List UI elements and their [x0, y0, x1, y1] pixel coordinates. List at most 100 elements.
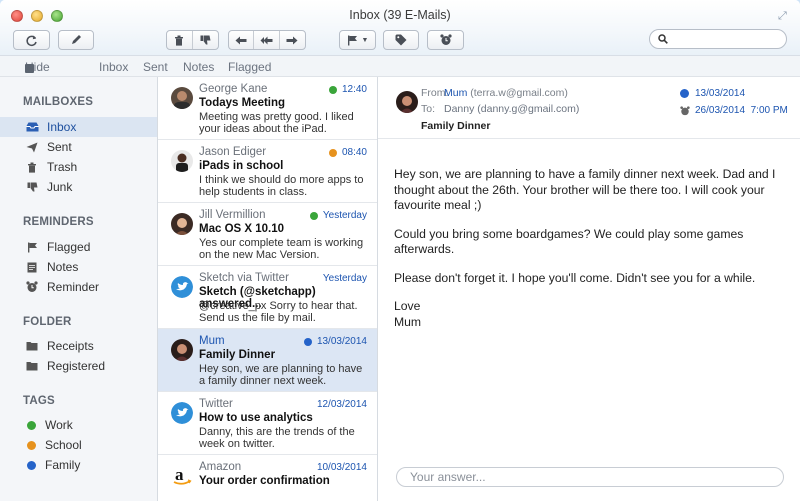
- sidebar-item-receipts[interactable]: Receipts: [0, 336, 157, 356]
- refresh-button[interactable]: [13, 30, 50, 50]
- trash-icon: [25, 161, 39, 173]
- twitter-bird-icon: [171, 276, 193, 298]
- message-subject: How to use analytics: [199, 412, 313, 424]
- message-sender: Amazon: [199, 461, 242, 473]
- message-list: George Kane 12:40 Todays Meeting Meeting…: [158, 77, 378, 501]
- tag-color-dot: [27, 420, 36, 430]
- sidebar-item-work[interactable]: Work: [0, 415, 157, 435]
- note-icon: [25, 261, 39, 273]
- hide-sidebar-button[interactable]: Hide: [25, 60, 50, 74]
- body-paragraph: Could you bring some boardgames? We coul…: [394, 226, 744, 257]
- tag-color-dot: [328, 85, 337, 94]
- sidebar-item-trash[interactable]: Trash: [0, 157, 157, 177]
- compose-button[interactable]: [58, 30, 94, 50]
- toolbar: Inbox (39 E-Mails) ⤢ ▼: [0, 0, 800, 56]
- thumbs-down-icon: [25, 181, 39, 193]
- thumbs-down-icon: [200, 35, 211, 45]
- avatar: [171, 213, 193, 235]
- folder-icon: [25, 360, 39, 372]
- sidebar-toggle-icon: [25, 64, 34, 73]
- message-subject: Family Dinner: [199, 349, 276, 361]
- folder-icon: [25, 340, 39, 352]
- search-input[interactable]: [672, 33, 782, 45]
- reply-field[interactable]: [396, 467, 784, 487]
- sidebar-item-label: Inbox: [47, 120, 77, 134]
- reply-all-button[interactable]: [254, 31, 280, 49]
- tag-color-dot: [680, 89, 689, 98]
- sidebar-item-family[interactable]: Family: [0, 455, 157, 475]
- filter-notes[interactable]: Notes: [183, 60, 214, 74]
- message-time: Yesterday: [323, 273, 367, 284]
- alarm-clock-icon: [25, 281, 39, 293]
- sidebar-item-label: Reminder: [47, 280, 100, 294]
- sidebar-item-label: Receipts: [47, 339, 94, 353]
- sidebar: MAILBOXES Inbox Sent Trash Junk REMINDER…: [0, 77, 158, 501]
- message-subject: iPads in school: [199, 160, 284, 172]
- sidebar-item-notes[interactable]: Notes: [0, 257, 157, 277]
- message-date-label: 13/03/2014: [695, 88, 746, 99]
- sidebar-item-registered[interactable]: Registered: [0, 356, 157, 376]
- tags-heading: TAGS: [23, 395, 55, 407]
- message-time: 10/03/2014: [317, 462, 367, 473]
- reminder-button[interactable]: [427, 30, 464, 50]
- reply-button[interactable]: [229, 31, 255, 49]
- message-date: 13/03/2014: [680, 88, 745, 99]
- tag-color-dot: [27, 460, 36, 470]
- reply-input[interactable]: [410, 470, 770, 484]
- tag-color-dot: [328, 148, 337, 157]
- twitter-bird-icon: [171, 402, 193, 424]
- from-email: (terra.w@gmail.com): [470, 87, 568, 99]
- inbox-icon: [25, 121, 39, 133]
- message-list-item[interactable]: Jason Ediger 08:40 iPads in school I thi…: [158, 140, 377, 203]
- fullscreen-icon[interactable]: ⤢: [778, 10, 790, 22]
- sidebar-item-sent[interactable]: Sent: [0, 137, 157, 157]
- reading-pane: From: Mum (terra.w@gmail.com) To: Danny …: [378, 77, 800, 501]
- junk-button[interactable]: [193, 31, 218, 49]
- filter-inbox[interactable]: Inbox: [99, 60, 128, 74]
- signature: Mum: [394, 314, 422, 329]
- search-icon: [658, 34, 668, 44]
- sidebar-item-school[interactable]: School: [0, 435, 157, 455]
- message-time-label: 13/03/2014: [316, 336, 367, 347]
- flag-icon: [25, 241, 39, 253]
- forward-button[interactable]: [280, 31, 305, 49]
- from-value: Mum (terra.w@gmail.com): [444, 87, 568, 99]
- message-preview: Meeting was pretty good. I liked your id…: [199, 111, 354, 135]
- message-list-item[interactable]: Jill Vermillion Yesterday Mac OS X 10.10…: [158, 203, 377, 266]
- filter-flagged[interactable]: Flagged: [228, 60, 271, 74]
- mailboxes-heading: MAILBOXES: [23, 96, 94, 108]
- message-preview: I think we should do more apps to help s…: [199, 174, 364, 198]
- avatar: [171, 339, 193, 361]
- tag-button[interactable]: [383, 30, 419, 50]
- reply-all-icon: [260, 36, 273, 44]
- sidebar-item-flagged[interactable]: Flagged: [0, 237, 157, 257]
- flag-dropdown-button[interactable]: ▼: [339, 30, 376, 50]
- message-list-item-selected[interactable]: Mum 13/03/2014 Family Dinner Hey son, we…: [158, 329, 377, 392]
- reply-icon: [235, 36, 247, 44]
- message-preview: Hey son, we are planning to have a famil…: [199, 363, 363, 387]
- sidebar-item-junk[interactable]: Junk: [0, 177, 157, 197]
- to-label: To:: [421, 103, 436, 115]
- alarm-clock-icon: [439, 34, 452, 45]
- delete-button[interactable]: [167, 31, 193, 49]
- filter-sent[interactable]: Sent: [143, 60, 168, 74]
- sidebar-item-inbox[interactable]: Inbox: [0, 117, 157, 137]
- message-subject: Todays Meeting: [199, 97, 286, 109]
- sidebar-item-reminder[interactable]: Reminder: [0, 277, 157, 297]
- tag-color-dot: [309, 211, 318, 220]
- tag-color-dot: [303, 337, 312, 346]
- search-field[interactable]: [649, 29, 787, 49]
- message-time: 08:40: [328, 147, 367, 158]
- from-name[interactable]: Mum: [444, 87, 467, 99]
- message-list-item[interactable]: a Amazon 10/03/2014 Your order confirmat…: [158, 455, 377, 501]
- trash-icon: [175, 35, 184, 46]
- sidebar-item-label: Work: [45, 418, 73, 432]
- sidebar-item-label: Trash: [47, 160, 78, 174]
- message-time-label: 08:40: [341, 147, 367, 158]
- sidebar-item-label: Family: [45, 458, 81, 472]
- message-list-item[interactable]: Twitter 12/03/2014 How to use analytics …: [158, 392, 377, 455]
- reminder-datetime: 26/03/2014 7:00 PM: [695, 105, 788, 116]
- alarm-clock-icon: [680, 105, 690, 115]
- message-list-item[interactable]: George Kane 12:40 Todays Meeting Meeting…: [158, 77, 377, 140]
- message-list-item[interactable]: Sketch via Twitter Yesterday Sketch (@sk…: [158, 266, 377, 329]
